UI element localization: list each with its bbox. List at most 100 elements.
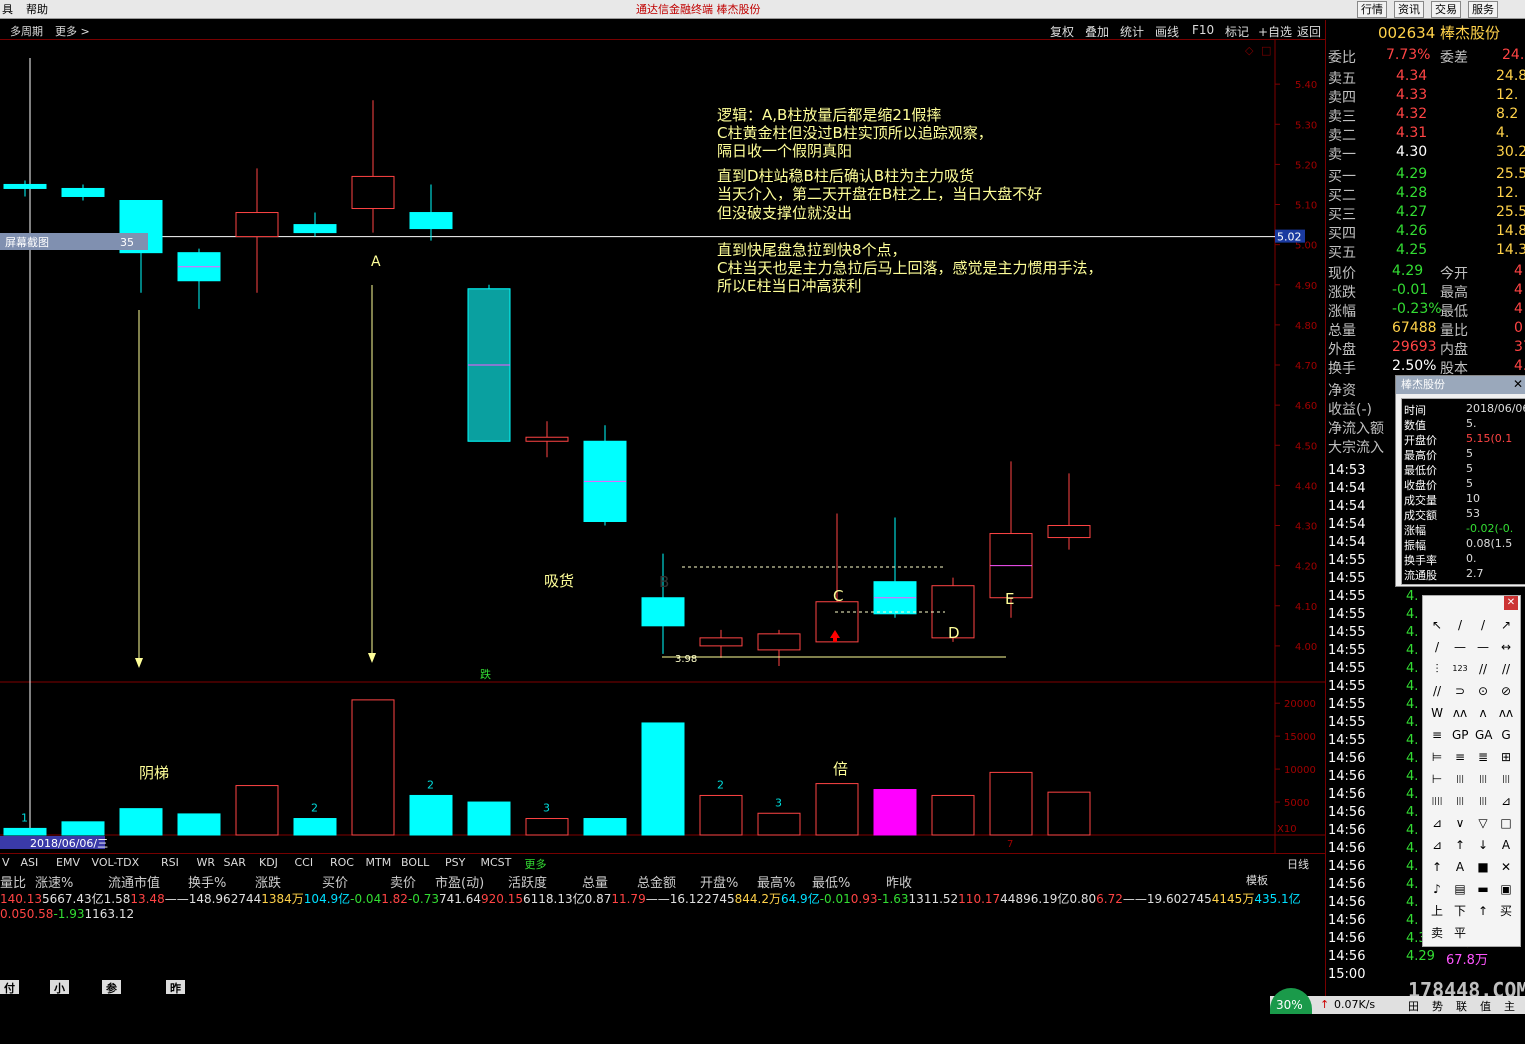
bottom-tab[interactable]: 小盘股	[50, 980, 69, 1027]
volume-bar[interactable]	[61, 821, 105, 836]
indicator-tab[interactable]: BOLL	[401, 856, 429, 869]
volume-bar[interactable]	[293, 818, 337, 836]
top-button-hangqing[interactable]: 行情	[1357, 1, 1387, 18]
status-item-5[interactable]: 主	[1504, 998, 1515, 1014]
volume-bar[interactable]	[583, 818, 627, 836]
bottom-tab[interactable]: 参股金融	[102, 980, 121, 1043]
volume-bar[interactable]	[119, 808, 163, 836]
volume-bar[interactable]	[351, 699, 395, 836]
status-item-4[interactable]: 值	[1480, 998, 1491, 1014]
draw-tool-icon[interactable]: ↑	[1429, 860, 1445, 874]
volume-bar[interactable]	[525, 818, 569, 836]
indicator-tab[interactable]: MTM	[366, 856, 392, 869]
volume-bar[interactable]	[931, 794, 975, 836]
draw-tool-icon[interactable]: ⊨	[1429, 750, 1445, 764]
volume-bar[interactable]	[989, 771, 1033, 836]
draw-tool-icon[interactable]: ʌʌ	[1452, 706, 1468, 720]
candle-body[interactable]	[409, 212, 453, 230]
draw-tool-icon[interactable]: ⊿	[1498, 794, 1514, 808]
diamond-icon[interactable]: ◇	[1245, 44, 1254, 57]
indicator-tab[interactable]: VOL-TDX	[92, 856, 140, 869]
volume-bar[interactable]	[177, 813, 221, 836]
draw-tool-icon[interactable]: ▤	[1452, 882, 1468, 896]
draw-tool-icon[interactable]: A	[1452, 860, 1468, 874]
more-button[interactable]: 更多 >	[55, 23, 90, 39]
draw-tool-icon[interactable]: /	[1452, 618, 1468, 632]
draw-tool-icon[interactable]: G	[1498, 728, 1514, 742]
draw-tool-icon[interactable]: 买	[1498, 904, 1514, 918]
draw-tool-icon[interactable]: |||	[1498, 772, 1514, 786]
draw-tool-icon[interactable]: /	[1429, 640, 1445, 654]
draw-tool-icon[interactable]: ⊢	[1429, 772, 1445, 786]
candle-body[interactable]	[757, 633, 801, 651]
multi-period-button[interactable]: 多周期	[10, 23, 43, 39]
draw-tool-icon[interactable]: ⊿	[1429, 816, 1445, 830]
volume-bar[interactable]	[3, 827, 47, 836]
menu-item[interactable]: 具	[2, 1, 13, 17]
draw-tool-icon[interactable]: ≣	[1475, 750, 1491, 764]
draw-tool-icon[interactable]: ↑	[1452, 838, 1468, 852]
window-icon[interactable]: □	[1261, 44, 1271, 57]
draw-tool-icon[interactable]: |||	[1452, 772, 1468, 786]
indicator-tab[interactable]: MCST	[481, 856, 512, 869]
drawing-toolbox[interactable]: ✕ ↖ / / ↗ / — — ↔ ⫶ 123//////⊃ ⊙ ⊘ Wʌʌ ʌ ʌʌ ≡ GP GA G ⊨ ≡ ≣ ⊞ ⊢…	[1422, 595, 1521, 947]
indicator-tab[interactable]: RSI	[161, 856, 179, 869]
f10-button[interactable]: F10	[1192, 23, 1214, 37]
top-button-jiaoyi[interactable]: 交易	[1431, 1, 1461, 18]
draw-tool-icon[interactable]: //	[1429, 684, 1445, 698]
indicator-tab[interactable]: ROC	[330, 856, 354, 869]
draw-tool-icon[interactable]: //	[1475, 662, 1491, 676]
draw-tool-icon[interactable]: 卖	[1429, 926, 1445, 940]
draw-tool-icon[interactable]: ≡	[1429, 728, 1445, 742]
draw-tool-icon[interactable]: ♪	[1429, 882, 1445, 896]
draw-tool-icon[interactable]: ⊿	[1429, 838, 1445, 852]
draw-tool-icon[interactable]: ▣	[1498, 882, 1514, 896]
draw-tool-icon[interactable]: GA	[1475, 728, 1493, 742]
candle-body[interactable]	[699, 637, 743, 647]
draw-tool-icon[interactable]: ▽	[1475, 816, 1491, 830]
volume-bar[interactable]	[641, 722, 685, 836]
kline-chart[interactable]: 5.405.305.205.105.004.904.804.704.604.50…	[0, 40, 1325, 854]
draw-tool-icon[interactable]: ∨	[1452, 816, 1468, 830]
draw-tool-icon[interactable]: GP	[1452, 728, 1469, 742]
bottom-tab[interactable]: 付金融	[0, 980, 19, 1027]
draw-tool-icon[interactable]: ⊘	[1498, 684, 1514, 698]
candle-body[interactable]	[3, 183, 47, 189]
indicator-right-label[interactable]: 日线	[1287, 856, 1309, 872]
stats-button[interactable]: 统计	[1120, 23, 1144, 40]
draw-tool-icon[interactable]: ʌʌ	[1498, 706, 1514, 720]
indicator-tab[interactable]: V	[2, 856, 10, 869]
bottom-tab[interactable]: 昨日振荡	[166, 980, 185, 1043]
indicator-tab[interactable]: ASI	[21, 856, 39, 869]
draw-tool-icon[interactable]: ■	[1475, 860, 1491, 874]
draw-tool-icon[interactable]: ʌ	[1475, 706, 1491, 720]
draw-tool-icon[interactable]: ↓	[1475, 838, 1491, 852]
draw-tool-icon[interactable]: 123	[1452, 662, 1468, 676]
indicator-tab[interactable]: 更多	[525, 856, 547, 872]
top-button-fuwu[interactable]: 服务	[1468, 1, 1498, 18]
volume-bar[interactable]	[1047, 791, 1091, 836]
draw-tool-icon[interactable]: ⫶	[1429, 662, 1445, 676]
draw-tool-icon[interactable]: ▬	[1475, 882, 1491, 896]
volume-bar[interactable]	[757, 812, 801, 836]
volume-bar[interactable]	[235, 785, 279, 836]
draw-tool-icon[interactable]: A	[1498, 838, 1514, 852]
draw-tool-icon[interactable]: ⊙	[1475, 684, 1491, 698]
candle-body[interactable]	[293, 224, 337, 234]
data-popup[interactable]: 棒杰股份 ✕ 时间 2018/06/06 数值 5. 开盘价 5.15(0.1 最高价 5 最低…	[1395, 375, 1525, 587]
draw-tool-icon[interactable]: 上	[1429, 904, 1445, 918]
indicator-tab[interactable]: CCI	[295, 856, 314, 869]
menu-help[interactable]: 帮助	[26, 1, 48, 17]
status-item-2[interactable]: 势	[1432, 998, 1443, 1014]
add-watchlist-button[interactable]: +自选	[1258, 23, 1292, 40]
draw-tool-icon[interactable]: ↗	[1498, 618, 1514, 632]
draw-tool-icon[interactable]: —	[1452, 640, 1468, 654]
overlay-button[interactable]: 叠加	[1085, 23, 1109, 40]
draw-tool-icon[interactable]: ⊞	[1498, 750, 1514, 764]
draw-tool-icon[interactable]: —	[1475, 640, 1491, 654]
draw-tool-icon[interactable]: ↖	[1429, 618, 1445, 632]
draw-tool-icon[interactable]: |||	[1475, 772, 1491, 786]
draw-tool-icon[interactable]: //	[1498, 662, 1514, 676]
indicator-tab[interactable]: SAR	[224, 856, 246, 869]
indicator-tab[interactable]: EMV	[56, 856, 80, 869]
